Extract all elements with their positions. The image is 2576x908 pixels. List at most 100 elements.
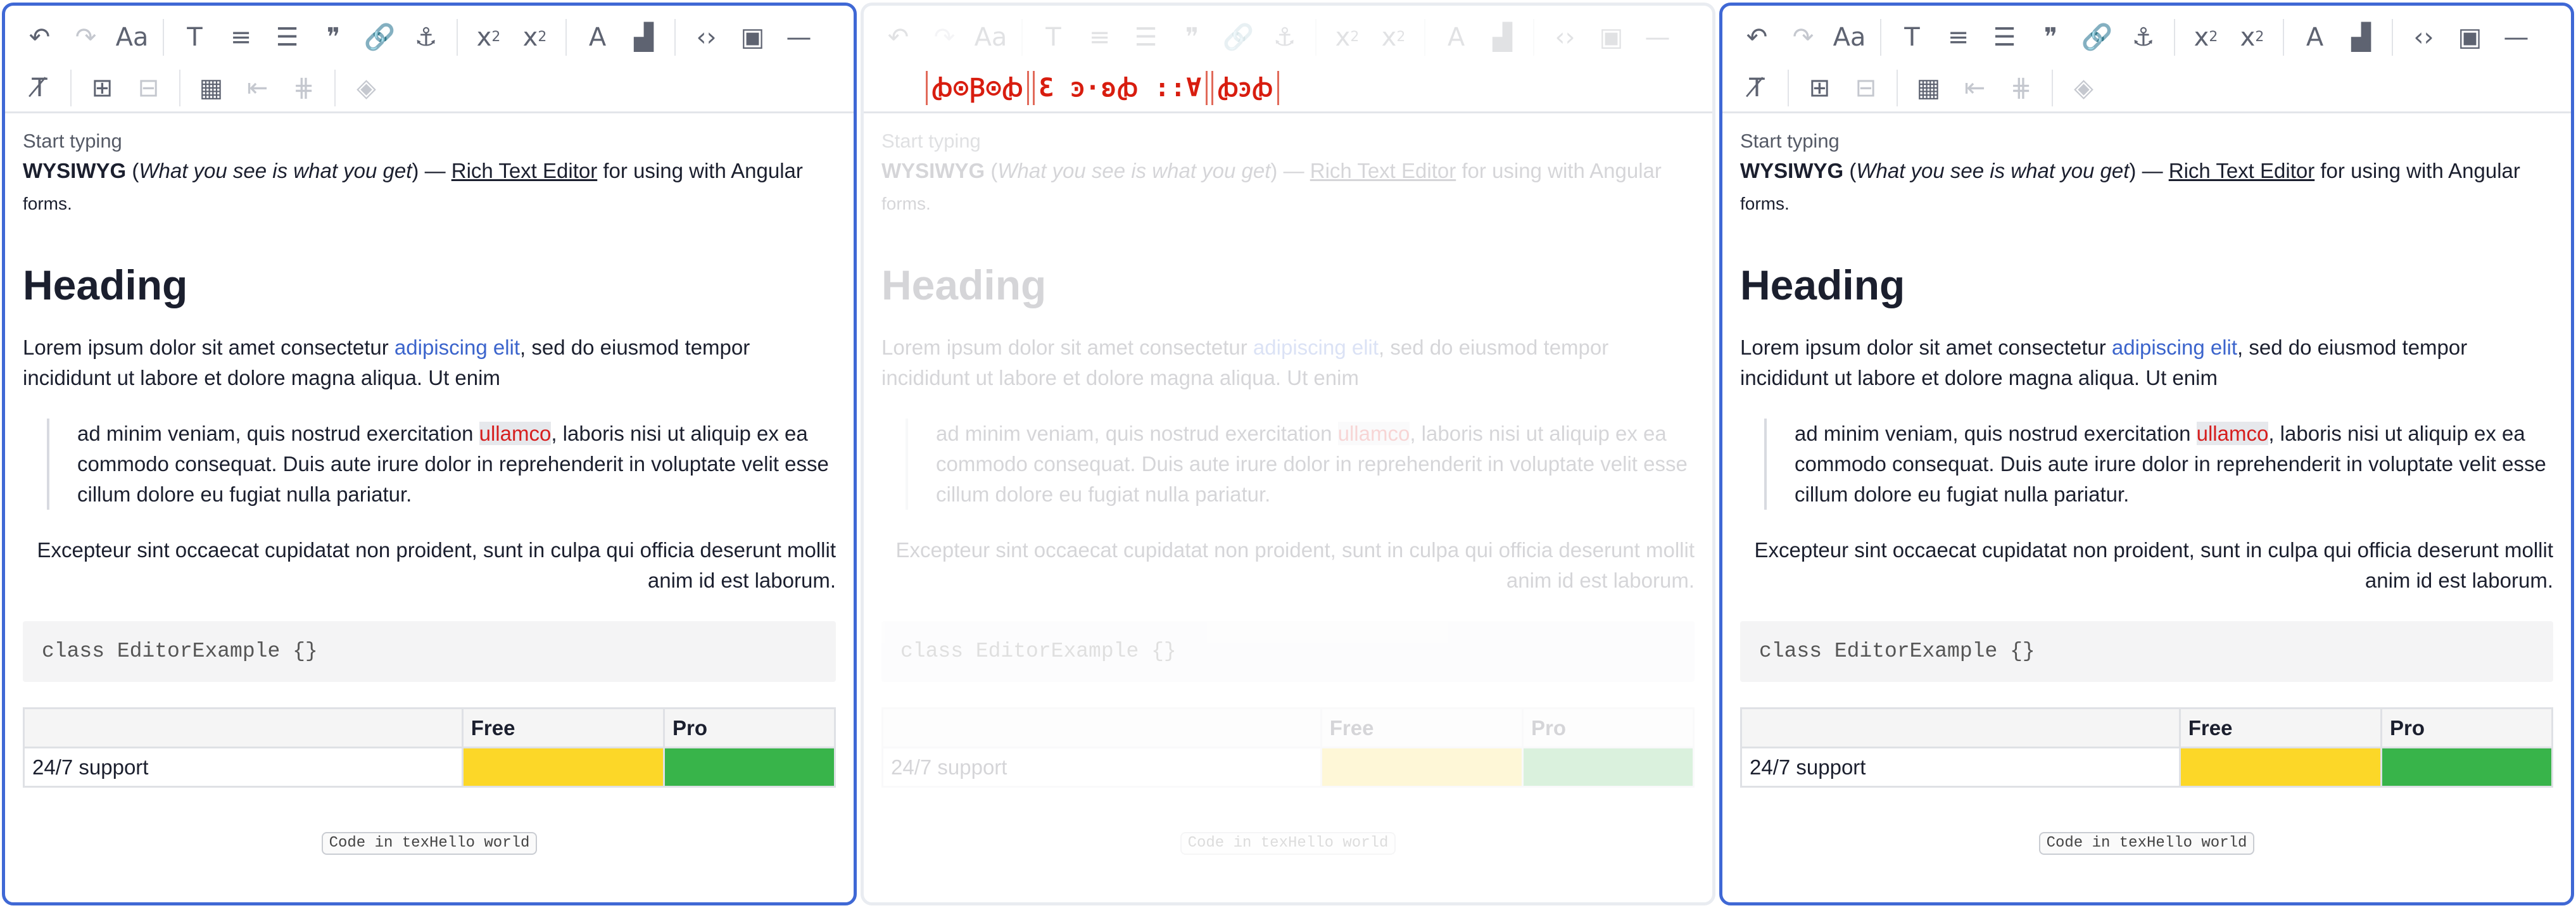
toolbar-separator	[1533, 19, 1534, 56]
redo-icon: ↷	[1792, 23, 1814, 52]
editor-left[interactable]: ↶ ↷ Aa T ≡ ☰ ❞ 🔗 ⚓ x 2 x 2 A ▟ ‹› ▣ — T̸ ⊞ ⊟ ▦ ⇤ ⋕ ◈ Start typi…	[2, 3, 857, 905]
code-icon[interactable]: ‹›	[683, 17, 729, 58]
quote-icon[interactable]: ❞	[310, 17, 357, 58]
intro-link[interactable]: Rich Text Editor	[451, 159, 597, 182]
undo-icon[interactable]: ↶	[16, 17, 63, 58]
anchor-icon[interactable]: ⚓	[2120, 17, 2166, 58]
text-style-icon[interactable]: T	[172, 17, 218, 58]
link-icon[interactable]: 🔗	[1215, 17, 1261, 58]
clear-format-icon[interactable]: T̸	[1734, 68, 1780, 108]
quote-icon[interactable]: ❞	[2028, 17, 2074, 58]
table-header-cell[interactable]	[23, 707, 464, 748]
align-icon[interactable]: ≡	[1076, 17, 1123, 58]
align-icon[interactable]: ≡	[218, 17, 264, 58]
editor-right[interactable]: ↶ ↷ Aa T ≡ ☰ ❞ 🔗 ⚓ x 2 x 2 A ▟ ‹› ▣ — T̸ ⊞ ⊟ ▦ ⇤ ⋕ ◈ Start typi…	[1719, 3, 2574, 905]
list-icon[interactable]: ☰	[264, 17, 310, 58]
right-aligned-paragraph: Excepteur sint occaecat cupidatat non pr…	[37, 538, 836, 592]
code-icon[interactable]: ‹›	[2401, 17, 2447, 58]
para1-link[interactable]: adipiscing elit	[1253, 336, 1379, 359]
table-icon[interactable]: ▦	[1905, 68, 1952, 108]
text-style-icon[interactable]: T	[1030, 17, 1076, 58]
table-icon[interactable]: ▦	[188, 68, 234, 108]
anchor-icon[interactable]: ⚓	[403, 17, 449, 58]
editor-toolbar: ↶ ↷ Aa T ≡ ☰ ❞ 🔗 ⚓ x 2 x 2 A ▟ ‹› ▣ — T̸ ⊞ ⊟ ▦ ⇤ ⋕ ◈	[5, 6, 854, 113]
text-color-icon[interactable]: A	[1433, 17, 1479, 58]
toolbar-separator	[179, 70, 180, 106]
editor-content[interactable]: Start typing WYSIWYG (What you see is wh…	[5, 113, 854, 855]
clear-format-icon[interactable]: T̸	[16, 68, 63, 108]
table-header-free[interactable]: Free	[1320, 707, 1524, 748]
code-icon[interactable]: ‹›	[1542, 17, 1588, 58]
intro-link[interactable]: Rich Text Editor	[2169, 159, 2314, 182]
font-size-icon[interactable]: Aa	[968, 17, 1014, 58]
quote-icon[interactable]: ❞	[1169, 17, 1215, 58]
subscript-icon[interactable]: x2	[1324, 17, 1370, 58]
table-cell-free-yellow[interactable]	[1320, 747, 1524, 788]
link-icon[interactable]: 🔗	[2074, 17, 2120, 58]
add-row-icon[interactable]: ⊞	[1796, 68, 1843, 108]
remove-row-icon: ⊟	[1855, 73, 1877, 103]
editor-content[interactable]: Start typing WYSIWYG (What you see is wh…	[864, 113, 1712, 855]
paint-roller-icon[interactable]: ▟	[2338, 17, 2384, 58]
subscript-icon[interactable]: x2	[465, 17, 512, 58]
table-cell-free-yellow[interactable]	[2178, 747, 2383, 788]
para1-text: Lorem ipsum dolor sit amet consectetur	[23, 336, 395, 359]
table-cell-pro-green[interactable]	[663, 747, 836, 788]
table-header-pro[interactable]: Pro	[663, 707, 836, 748]
glitch-render-artifact: ꞗ⊙Ꞵ⊙ꞗ Ɛ ꜿ·ʚꞗ ꞉꞉Ɐ ꞗꜿꞗ	[926, 63, 1280, 113]
intro-italic: What you see is what you get	[139, 159, 412, 182]
image-icon[interactable]: ▣	[2447, 17, 2493, 58]
remove-row-icon: ⊟	[137, 73, 160, 103]
toolbar-separator	[1880, 19, 1881, 56]
table-header-cell[interactable]	[881, 707, 1322, 748]
superscript-icon[interactable]: x2	[2229, 17, 2275, 58]
table-row-label[interactable]: 24/7 support	[1740, 747, 2181, 788]
toolbar-separator	[457, 19, 458, 56]
horizontal-rule-icon[interactable]: —	[1634, 17, 1681, 58]
inline-code-badge: Code in texHello world	[322, 832, 537, 855]
superscript-icon[interactable]: x2	[512, 17, 558, 58]
paint-roller-icon[interactable]: ▟	[1479, 17, 1525, 58]
horizontal-rule-icon[interactable]: —	[2493, 17, 2539, 58]
quote-text: ad minim veniam, quis nostrud exercitati…	[1795, 422, 2197, 445]
table-header-pro[interactable]: Pro	[2380, 707, 2553, 748]
horizontal-rule-icon[interactable]: —	[776, 17, 822, 58]
font-size-icon[interactable]: Aa	[109, 17, 155, 58]
table-cell-free-yellow[interactable]	[461, 747, 666, 788]
undo-icon[interactable]: ↶	[1734, 17, 1780, 58]
table-header-free[interactable]: Free	[2178, 707, 2383, 748]
list-icon[interactable]: ☰	[1981, 17, 2028, 58]
align-icon[interactable]: ≡	[1935, 17, 1981, 58]
add-row-icon[interactable]: ⊞	[79, 68, 125, 108]
list-icon[interactable]: ☰	[1123, 17, 1169, 58]
anchor-icon[interactable]: ⚓	[1261, 17, 1308, 58]
right-aligned-paragraph: Excepteur sint occaecat cupidatat non pr…	[895, 538, 1695, 592]
image-icon[interactable]: ▣	[729, 17, 776, 58]
table-cell-pro-green[interactable]	[1522, 747, 1695, 788]
para1-link[interactable]: adipiscing elit	[2112, 336, 2237, 359]
undo-icon[interactable]: ↶	[875, 17, 921, 58]
table-header-cell[interactable]	[1740, 707, 2181, 748]
text-color-icon[interactable]: A	[574, 17, 621, 58]
table-header-row: Free Pro	[1740, 707, 2553, 748]
subscript-icon[interactable]: x2	[2183, 17, 2229, 58]
font-size-icon[interactable]: Aa	[1826, 17, 1872, 58]
toolbar-separator	[1021, 19, 1023, 56]
paint-roller-icon[interactable]: ▟	[621, 17, 667, 58]
editor-content[interactable]: Start typing WYSIWYG (What you see is wh…	[1722, 113, 2571, 855]
table-row-label[interactable]: 24/7 support	[881, 747, 1322, 788]
placeholder-text: Start typing	[1740, 130, 1840, 152]
para1-link[interactable]: adipiscing elit	[395, 336, 520, 359]
text-color-icon[interactable]: A	[2292, 17, 2338, 58]
right-aligned-paragraph: Excepteur sint occaecat cupidatat non pr…	[1754, 538, 2553, 592]
intro-link[interactable]: Rich Text Editor	[1310, 159, 1456, 182]
text-style-icon[interactable]: T	[1889, 17, 1935, 58]
table-cell-pro-green[interactable]	[2380, 747, 2553, 788]
image-icon[interactable]: ▣	[1588, 17, 1634, 58]
superscript-icon[interactable]: x2	[1370, 17, 1417, 58]
table-row-label[interactable]: 24/7 support	[23, 747, 464, 788]
table-header-pro[interactable]: Pro	[1522, 707, 1695, 748]
intro-paragraph: WYSIWYG (What you see is what you get) —…	[1740, 155, 2553, 220]
link-icon[interactable]: 🔗	[357, 17, 403, 58]
table-header-free[interactable]: Free	[461, 707, 666, 748]
